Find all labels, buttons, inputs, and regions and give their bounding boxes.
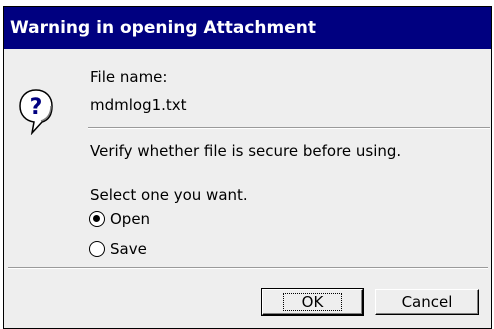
radio-open-indicator[interactable]	[89, 211, 105, 227]
security-message: Verify whether file is secure before usi…	[90, 142, 402, 160]
select-prompt: Select one you want.	[90, 186, 248, 204]
radio-open-label: Open	[110, 210, 151, 228]
separator-top	[88, 127, 490, 129]
radio-save[interactable]: Save	[89, 240, 147, 258]
svg-text:?: ?	[30, 95, 43, 120]
cancel-button[interactable]: Cancel	[375, 289, 479, 315]
radio-save-label: Save	[110, 240, 147, 258]
radio-open[interactable]: Open	[89, 210, 150, 228]
warning-dialog: Warning in opening Attachment ? File nam…	[3, 6, 492, 329]
file-name-label: File name:	[90, 68, 168, 86]
separator-bottom	[8, 267, 488, 269]
dialog-title: Warning in opening Attachment	[4, 7, 491, 49]
ok-button[interactable]: OK	[261, 288, 364, 316]
file-name-value: mdmlog1.txt	[90, 96, 187, 114]
question-bubble-icon: ?	[19, 89, 53, 135]
ok-button-label: OK	[282, 293, 343, 311]
radio-save-indicator[interactable]	[89, 241, 105, 257]
